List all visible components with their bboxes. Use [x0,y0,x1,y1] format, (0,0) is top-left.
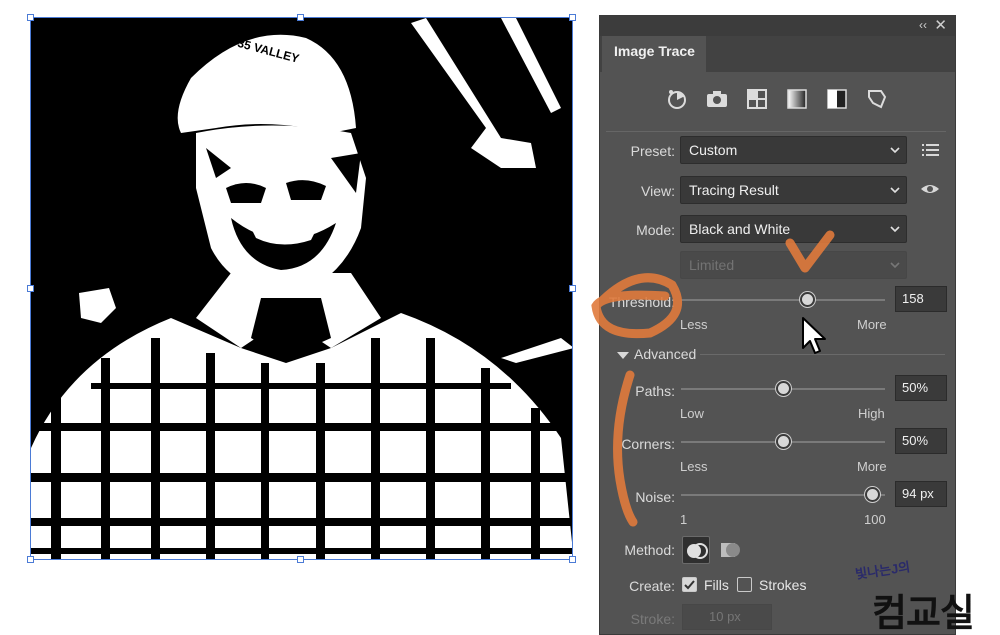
mouse-pointer-icon [802,317,826,354]
fills-checkbox[interactable] [682,577,697,592]
traced-image-artboard[interactable]: 35 VALLEY [30,17,573,560]
palette-dropdown: Limited [680,251,907,279]
grayscale-gradient-icon[interactable] [784,86,810,112]
chevron-down-icon [890,147,900,154]
threshold-min-label: Less [680,317,708,332]
noise-min-label: 1 [680,512,688,527]
noise-max-label: 100 [864,512,886,527]
chevron-down-icon [890,262,900,269]
selection-handle-bottom-left[interactable] [27,556,34,563]
panel-tab-bar: Image Trace [600,36,955,72]
watermark-big-text: 컴교실 [872,593,975,635]
screen: 35 VALLEY ‹‹ ✕ Image Trace Preset: Custo… [0,0,1000,635]
black-white-half-icon[interactable] [824,86,850,112]
create-label: Create: [629,578,675,594]
triangle-down-icon [617,352,629,360]
preset-value: Custom [689,142,738,158]
fills-label: Fills [704,577,729,593]
outline-shape-icon[interactable] [864,86,890,112]
paths-slider-thumb[interactable] [775,381,791,396]
selection-handle-top-middle[interactable] [297,14,304,21]
mode-dropdown[interactable]: Black and White [680,215,907,243]
preset-icon-row [660,86,900,114]
auto-color-icon[interactable] [664,86,690,112]
preset-list-menu-icon[interactable] [922,142,940,158]
preset-label: Preset: [630,143,675,159]
noise-value-field[interactable]: 94 px [895,481,947,507]
strokes-checkbox[interactable] [737,577,752,592]
low-color-grid-icon[interactable] [744,86,770,112]
stroke-label: Stroke: [630,611,675,627]
overlapping-method-icon [721,543,740,557]
eye-icon[interactable] [920,181,940,197]
selection-handle-middle-right[interactable] [569,285,576,292]
corners-max-label: More [857,459,887,474]
palette-value: Limited [689,257,735,273]
view-value: Tracing Result [689,182,779,198]
threshold-slider-thumb[interactable] [799,292,815,307]
selection-handle-top-left[interactable] [27,14,34,21]
chevron-down-icon [890,187,900,194]
threshold-value-field[interactable]: 158 [895,286,947,312]
corners-min-label: Less [680,459,708,474]
view-label: View: [641,183,675,199]
stroke-value-field: 10 px [682,604,772,630]
preset-dropdown[interactable]: Custom [680,136,907,164]
checkmark-icon [684,580,695,590]
watermark-logo: 빛나는J의 컴교실 [850,559,990,635]
corners-label: Corners: [621,436,675,452]
advanced-section-toggle[interactable]: Advanced [616,346,696,362]
noise-slider-track[interactable] [681,494,885,496]
threshold-max-label: More [857,317,887,332]
traced-photo-preview: 35 VALLEY [31,18,572,559]
noise-slider-thumb[interactable] [865,487,881,502]
collapse-panel-button[interactable]: ‹‹ [919,18,927,32]
stroke-value: 10 px [709,609,741,624]
paths-value-field[interactable]: 50% [895,375,947,401]
close-panel-button[interactable]: ✕ [934,16,947,34]
selection-handle-middle-left[interactable] [27,285,34,292]
threshold-label: Threshold: [608,294,675,310]
paths-label: Paths: [635,383,675,399]
selection-handle-top-right[interactable] [569,14,576,21]
method-abutting-button[interactable] [682,536,710,564]
section-divider [606,131,946,132]
method-overlapping-button[interactable] [716,536,744,564]
abutting-method-icon [687,543,708,559]
chevron-down-icon [890,226,900,233]
paths-max-label: High [858,406,885,421]
watermark-small-text: 빛나는J의 [854,559,911,582]
corners-slider-thumb[interactable] [775,434,791,449]
strokes-label: Strokes [759,577,807,593]
view-dropdown[interactable]: Tracing Result [680,176,907,204]
image-trace-panel: ‹‹ ✕ Image Trace Preset: Custom View: Tr… [599,15,956,635]
selection-handle-bottom-right[interactable] [569,556,576,563]
high-color-camera-icon[interactable] [704,86,730,112]
mode-label: Mode: [636,222,675,238]
corners-value-field[interactable]: 50% [895,428,947,454]
tab-image-trace[interactable]: Image Trace [602,36,706,72]
panel-title-bar[interactable]: ‹‹ ✕ [600,16,955,36]
paths-min-label: Low [680,406,704,421]
noise-label: Noise: [635,489,675,505]
method-label: Method: [624,542,675,558]
threshold-slider-track[interactable] [681,299,885,301]
selection-handle-bottom-middle[interactable] [297,556,304,563]
mode-value: Black and White [689,221,791,237]
advanced-label: Advanced [634,346,697,362]
